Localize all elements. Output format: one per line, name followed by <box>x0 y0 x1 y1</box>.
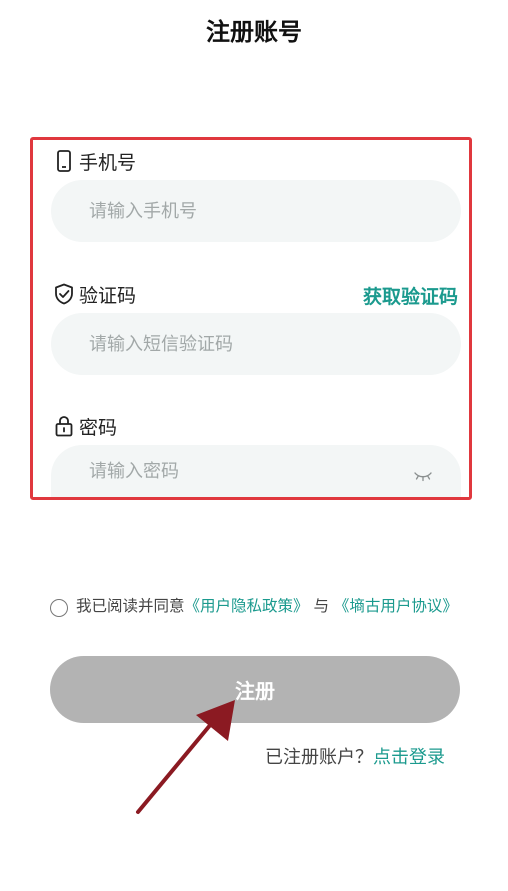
password-field[interactable] <box>51 445 461 497</box>
code-label: 验证码 <box>79 284 137 307</box>
login-row: 已注册账户？点击登录 <box>265 743 445 769</box>
register-button[interactable]: 注册 <box>50 656 460 723</box>
login-prompt: 已注册账户？ <box>265 747 373 768</box>
page-title: 注册账号 <box>206 18 302 46</box>
password-input[interactable] <box>87 459 425 483</box>
code-label-row: 验证码 <box>54 282 137 307</box>
get-code-button[interactable]: 获取验证码 <box>363 282 458 309</box>
shield-icon <box>55 283 73 305</box>
password-label: 密码 <box>79 416 118 439</box>
phone-icon <box>57 150 71 172</box>
registration-form-highlight: 手机号 验证码 获取验证码 密码 <box>30 137 472 500</box>
code-field[interactable] <box>51 313 461 375</box>
lock-icon <box>55 416 73 437</box>
agreement-prefix: 我已阅读并同意 <box>76 597 185 615</box>
agreement-text: 我已阅读并同意《用户隐私政策》 与 《墒古用户协议》 <box>76 596 458 617</box>
code-input[interactable] <box>87 332 425 356</box>
annotation-arrow-icon <box>136 700 235 814</box>
phone-label-row: 手机号 <box>54 149 137 174</box>
privacy-policy-link[interactable]: 《用户隐私政策》 <box>185 597 309 615</box>
eye-closed-icon[interactable] <box>413 470 433 482</box>
agreement-radio[interactable] <box>50 599 68 617</box>
user-agreement-link[interactable]: 《墒古用户协议》 <box>334 597 458 615</box>
agreement-middle: 与 <box>313 597 329 615</box>
password-label-row: 密码 <box>54 414 118 439</box>
phone-label: 手机号 <box>79 151 137 174</box>
phone-field[interactable] <box>51 180 461 242</box>
agreement-row: 我已阅读并同意《用户隐私政策》 与 《墒古用户协议》 <box>50 596 460 617</box>
login-link[interactable]: 点击登录 <box>373 747 445 768</box>
phone-input[interactable] <box>87 199 425 223</box>
